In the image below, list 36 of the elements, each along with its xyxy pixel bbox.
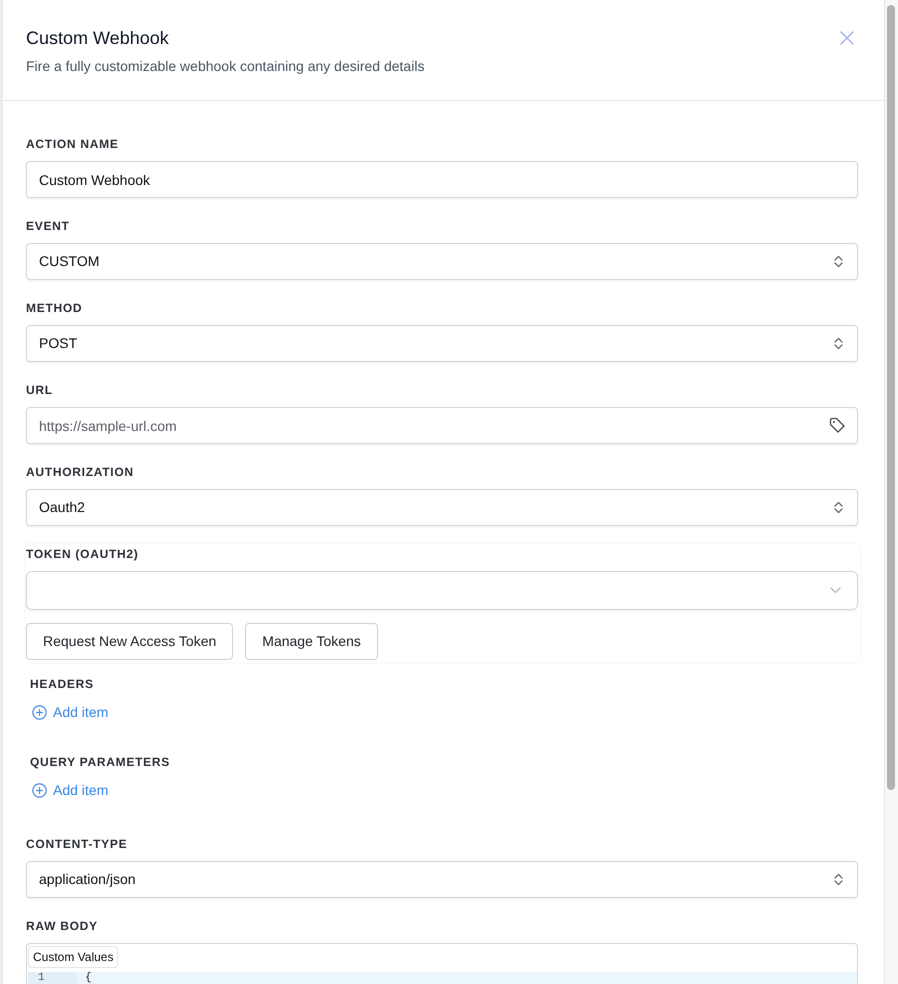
text-input[interactable]: Custom Webhook xyxy=(26,161,858,198)
action-button[interactable]: Manage Tokens xyxy=(245,623,378,660)
field-label: AUTHORIZATION xyxy=(26,464,134,480)
field-label: RAW BODY xyxy=(26,918,98,934)
line-number: 1 xyxy=(28,972,77,984)
chevron-up-down-icon xyxy=(834,501,843,514)
scrollbar-thumb[interactable] xyxy=(887,5,895,790)
tag-icon[interactable] xyxy=(829,417,846,434)
dropdown[interactable]: POST xyxy=(26,325,858,362)
url-input[interactable]: https://sample-url.com xyxy=(26,407,858,444)
code-text: { xyxy=(84,972,92,984)
field-label: METHOD xyxy=(26,300,82,316)
plus-circle-icon[interactable] xyxy=(32,782,47,798)
field-label: ACTION NAME xyxy=(26,136,119,152)
toolbar-button[interactable]: Custom Values xyxy=(28,946,118,968)
plus-circle-icon[interactable] xyxy=(32,704,47,720)
field-label: EVENT xyxy=(26,218,70,234)
add-item-link[interactable]: Add item xyxy=(53,780,108,800)
chevron-up-down-icon xyxy=(834,337,843,350)
action-button[interactable]: Request New Access Token xyxy=(26,623,234,660)
dialog-subtitle: Fire a fully customizable webhook containing any desired details xyxy=(26,57,424,76)
close-icon[interactable] xyxy=(840,31,854,45)
chevron-down-icon xyxy=(830,587,841,594)
add-item-link[interactable]: Add item xyxy=(53,702,108,722)
chevron-up-down-icon xyxy=(834,255,843,268)
field-label: CONTENT-TYPE xyxy=(26,836,128,852)
section-label: HEADERS xyxy=(30,676,94,692)
chevron-up-down-icon xyxy=(834,873,843,886)
dropdown[interactable]: application/json xyxy=(26,861,858,898)
dropdown[interactable]: CUSTOM xyxy=(26,243,858,280)
dropdown[interactable]: Oauth2 xyxy=(26,489,858,526)
section-label: QUERY PARAMETERS xyxy=(30,754,170,770)
code-editor[interactable]: Custom Values 1 { xyxy=(26,943,858,984)
field-label: TOKEN (OAUTH2) xyxy=(26,546,139,562)
dialog-title: Custom Webhook xyxy=(26,27,170,49)
field-label: URL xyxy=(26,382,53,398)
